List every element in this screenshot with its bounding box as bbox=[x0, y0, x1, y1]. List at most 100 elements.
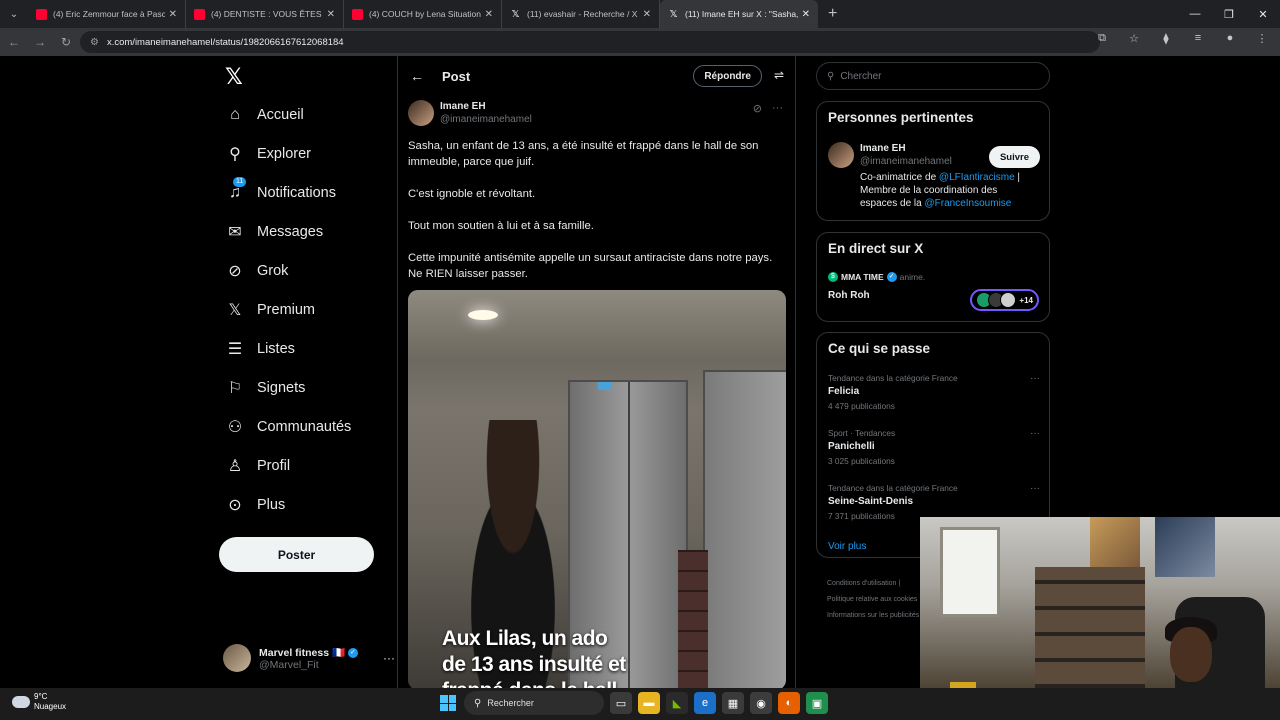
close-tab-icon[interactable]: ✕ bbox=[327, 9, 335, 20]
media-ceiling-light bbox=[468, 310, 498, 320]
nav-item-listes[interactable]: ☰ Listes bbox=[225, 330, 295, 368]
post-paragraph: Sasha, un enfant de 13 ans, a été insult… bbox=[408, 140, 759, 168]
nav-label: Plus bbox=[257, 497, 286, 513]
card-title: Personnes pertinentes bbox=[828, 110, 974, 125]
close-tab-icon[interactable]: ✕ bbox=[802, 9, 810, 20]
weather-widget[interactable]: 9°C Nuageux bbox=[12, 692, 66, 712]
trend-item[interactable]: Tendance dans la catégorie France Felici… bbox=[828, 373, 1040, 411]
webcam-shelf bbox=[1035, 567, 1145, 688]
nav-item-accueil[interactable]: ⌂ Accueil bbox=[225, 96, 304, 134]
more-horizontal-icon[interactable]: ··· bbox=[1030, 373, 1040, 384]
tab-title: (4) Eric Zemmour face à Pascal bbox=[53, 9, 165, 19]
nav-label: Signets bbox=[257, 380, 306, 396]
search-input[interactable]: ⚲ Chercher bbox=[816, 62, 1050, 90]
store-icon[interactable]: ▦ bbox=[722, 692, 744, 714]
tab-search-chevron-icon[interactable]: ⌄ bbox=[0, 0, 28, 28]
media-icon[interactable]: ≡ bbox=[1188, 32, 1208, 45]
more-horizontal-icon[interactable]: ··· bbox=[1030, 483, 1040, 494]
post-media-video[interactable]: Aux Lilas, un ado de 13 ans insulté et f… bbox=[408, 290, 786, 688]
new-tab-icon[interactable]: + bbox=[828, 5, 837, 23]
author-name[interactable]: Imane EH bbox=[440, 100, 532, 113]
page-title: Post bbox=[442, 68, 471, 84]
more-horizontal-icon[interactable]: ··· bbox=[772, 102, 783, 115]
home-icon: ⌂ bbox=[230, 106, 240, 123]
bookmark-star-icon[interactable]: ☆ bbox=[1124, 32, 1144, 45]
nav-item-premium[interactable]: 𝕏 Premium bbox=[225, 291, 315, 329]
trend-item[interactable]: Tendance dans la catégorie France Seine-… bbox=[828, 483, 1040, 521]
nav-item-explorer[interactable]: ⚲ Explorer bbox=[225, 135, 311, 173]
nav-item-grok[interactable]: ⊘ Grok bbox=[225, 252, 288, 290]
nav-item-messages[interactable]: ✉ Messages bbox=[225, 213, 323, 251]
profile-icon[interactable]: ● bbox=[1220, 32, 1240, 45]
author-handle[interactable]: @imaneimanehamel bbox=[440, 113, 532, 126]
nav-item-notifications[interactable]: ♫ 11 Notifications bbox=[225, 174, 336, 212]
footer-link[interactable]: Politique relative aux cookies bbox=[827, 592, 919, 608]
close-window-icon[interactable]: ✕ bbox=[1246, 0, 1280, 28]
extensions-icon[interactable]: ⧫ bbox=[1156, 32, 1176, 45]
tab-title: (11) Imane EH sur X : "Sasha, un bbox=[685, 9, 798, 19]
trend-category: Tendance dans la catégorie France bbox=[828, 483, 958, 493]
account-handle: @Marvel_Fit bbox=[259, 658, 319, 671]
bio-link[interactable]: @FranceInsoumise bbox=[925, 198, 1012, 209]
filter-settings-icon[interactable]: ⇌ bbox=[774, 68, 784, 82]
window-controls: — ❐ ✕ bbox=[1178, 0, 1280, 28]
trend-category: Sport · Tendances bbox=[828, 428, 896, 438]
back-arrow-icon[interactable]: ← bbox=[410, 68, 424, 84]
nav-item-profil[interactable]: ♙ Profil bbox=[225, 447, 290, 485]
live-listeners[interactable]: +14 bbox=[970, 289, 1039, 311]
more-circle-icon: ⊙ bbox=[228, 497, 242, 514]
browser-tab[interactable]: (4) DENTISTE : VOUS ÊTES SALE ✕ bbox=[186, 0, 344, 28]
install-app-icon[interactable]: ⧉ bbox=[1092, 32, 1112, 45]
chrome-icon[interactable]: ◉ bbox=[750, 692, 772, 714]
youtube-favicon-icon bbox=[194, 8, 205, 20]
post-button[interactable]: Poster bbox=[219, 537, 374, 572]
nav-item-plus[interactable]: ⊙ Plus bbox=[225, 486, 285, 524]
nav-item-communautes[interactable]: ⚇ Communautés bbox=[225, 408, 351, 446]
reply-button[interactable]: Répondre bbox=[693, 65, 762, 87]
browser-tab[interactable]: (4) COUCH by Lena Situations ✕ bbox=[344, 0, 502, 28]
close-tab-icon[interactable]: ✕ bbox=[485, 9, 493, 20]
close-tab-icon[interactable]: ✕ bbox=[169, 9, 177, 20]
follow-button[interactable]: Suivre bbox=[988, 146, 1040, 168]
avatar[interactable] bbox=[408, 100, 434, 126]
browser-tab-active[interactable]: 𝕏 (11) Imane EH sur X : "Sasha, un ✕ bbox=[660, 0, 818, 28]
nvidia-icon[interactable]: ◣ bbox=[666, 692, 688, 714]
live-source-name: MMA TIME bbox=[841, 272, 884, 282]
forward-icon[interactable]: → bbox=[28, 30, 52, 54]
file-explorer-icon[interactable]: ▬ bbox=[638, 692, 660, 714]
search-icon: ⚲ bbox=[827, 70, 835, 82]
minimize-icon[interactable]: — bbox=[1178, 0, 1212, 28]
nav-item-signets[interactable]: ⚐ Signets bbox=[225, 369, 306, 407]
footer-link[interactable]: Conditions d'utilisation | bbox=[827, 576, 919, 592]
live-stream-title[interactable]: Roh Roh bbox=[828, 290, 870, 301]
site-info-icon[interactable]: ⚙ bbox=[90, 37, 99, 48]
x-logo-icon[interactable]: 𝕏 bbox=[225, 64, 243, 90]
taskbar-search[interactable]: ⚲ Rechercher bbox=[464, 691, 604, 715]
chrome-menu-icon[interactable]: ⋮ bbox=[1252, 32, 1272, 45]
grok-icon[interactable]: ⊘ bbox=[753, 102, 762, 115]
more-horizontal-icon[interactable]: ··· bbox=[383, 651, 395, 665]
browser-tab[interactable]: 𝕏 (11) evashair - Recherche / X ✕ bbox=[502, 0, 660, 28]
avatar[interactable] bbox=[828, 142, 854, 168]
browser-tab[interactable]: (4) Eric Zemmour face à Pascal ✕ bbox=[28, 0, 186, 28]
windows-start-icon[interactable] bbox=[438, 693, 458, 713]
footer-link[interactable]: Informations sur les publicités bbox=[827, 608, 919, 624]
restore-icon[interactable]: ❐ bbox=[1212, 0, 1246, 28]
back-icon[interactable]: ← bbox=[2, 30, 26, 54]
show-more-link[interactable]: Voir plus bbox=[828, 541, 866, 552]
weather-desc: Nuageux bbox=[34, 702, 67, 711]
task-view-icon[interactable]: ▭ bbox=[610, 692, 632, 714]
bio-link[interactable]: @LFIantiracisme bbox=[939, 172, 1015, 183]
reload-icon[interactable]: ↻ bbox=[54, 30, 78, 54]
cloud-icon bbox=[12, 696, 30, 708]
post-paragraph: Cette impunité antisémite appelle un sur… bbox=[408, 252, 773, 280]
trend-item[interactable]: Sport · Tendances Panichelli 3 025 publi… bbox=[828, 428, 1040, 466]
close-tab-icon[interactable]: ✕ bbox=[643, 9, 651, 20]
address-bar[interactable]: ⚙ x.com/imaneimanehamel/status/198206616… bbox=[80, 31, 1100, 53]
app-icon[interactable]: ▣ bbox=[806, 692, 828, 714]
edge-icon[interactable]: e bbox=[694, 692, 716, 714]
account-switcher[interactable]: Marvel fitness 🇫🇷 ✓ @Marvel_Fit ··· bbox=[223, 640, 395, 676]
more-horizontal-icon[interactable]: ··· bbox=[1030, 428, 1040, 439]
post-author[interactable]: Imane EH @imaneimanehamel bbox=[408, 100, 532, 126]
firefox-icon[interactable]: ◐ bbox=[778, 692, 800, 714]
